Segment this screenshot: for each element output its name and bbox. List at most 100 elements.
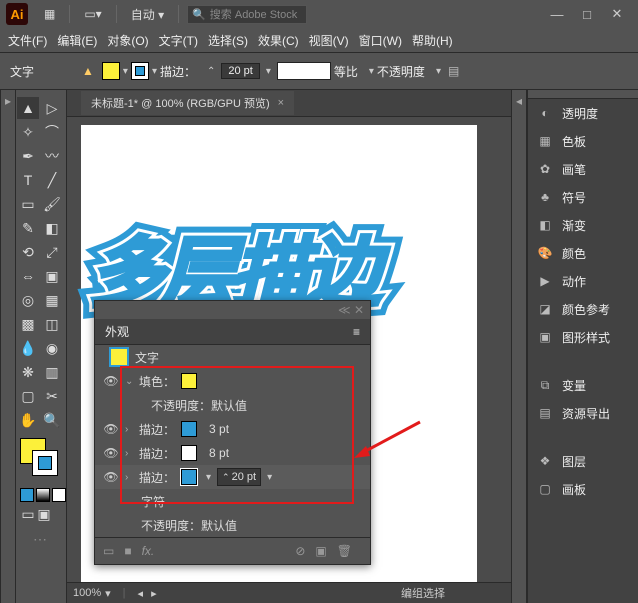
appearance-char-row[interactable]: 字符 — [95, 489, 370, 513]
stroke3-weight-input[interactable]: ⌃20 pt — [217, 468, 261, 486]
zoom-tool[interactable]: 🔍 — [41, 409, 63, 431]
add-stroke-icon[interactable]: ▭ — [103, 544, 114, 558]
visibility-icon[interactable]: 👁 — [103, 422, 119, 436]
eraser-tool[interactable]: ◧ — [41, 217, 63, 239]
appearance-fill-opacity-row[interactable]: 不透明度： 默认值 — [95, 393, 370, 417]
expand-caret-icon[interactable]: › — [125, 448, 135, 459]
line-tool[interactable]: ╱ — [41, 169, 63, 191]
opacity-label[interactable]: 不透明度 — [377, 63, 425, 80]
minimize-button[interactable]: — — [542, 5, 572, 24]
menu-effect[interactable]: 效果(C) — [258, 32, 299, 49]
stroke-weight-input[interactable]: 20 pt — [221, 63, 259, 79]
expand-caret-icon[interactable]: › — [125, 472, 135, 483]
appearance-stroke2-row[interactable]: 👁 › 描边： 8 pt — [95, 441, 370, 465]
appearance-panel[interactable]: ≪ ✕ 外观 ≡ 文字 👁 ⌄ 填色： 不透明度： 默认值 👁 › 描边： 3 … — [94, 300, 371, 565]
close-tab-icon[interactable]: × — [278, 97, 284, 109]
appearance-type-row[interactable]: 文字 — [95, 345, 370, 369]
stroke2-weight[interactable]: 8 pt — [209, 446, 229, 460]
blend-tool[interactable]: ◉ — [41, 337, 63, 359]
artboard-tool[interactable]: ▢ — [17, 385, 39, 407]
panel-artboards[interactable]: ▢画板 — [528, 475, 638, 503]
opacity-dropdown[interactable]: ▾ — [436, 66, 441, 77]
appearance-bottom-opacity-row[interactable]: 不透明度： 默认值 — [95, 513, 370, 537]
appearance-panel-tab[interactable]: 外观 ≡ — [95, 319, 370, 345]
opacity-row-value[interactable]: 默认值 — [211, 397, 247, 414]
width-tool[interactable]: ⇔ — [17, 265, 39, 287]
stroke-weight-dropdown[interactable]: ▾ — [266, 66, 271, 77]
nav-prev-icon[interactable]: ◂ — [138, 587, 144, 600]
panel-variables[interactable]: ⧉变量 — [528, 371, 638, 399]
stroke3-color-dropdown[interactable]: ▾ — [206, 472, 211, 483]
stroke3-color-swatch[interactable] — [181, 469, 197, 485]
hand-tool[interactable]: ✋ — [17, 409, 39, 431]
stroke2-color-swatch[interactable] — [181, 445, 197, 461]
panel-color[interactable]: 🎨颜色 — [528, 239, 638, 267]
appearance-stroke1-row[interactable]: 👁 › 描边： 3 pt — [95, 417, 370, 441]
mesh-tool[interactable]: ▩ — [17, 313, 39, 335]
panel-brushes[interactable]: ✿画笔 — [528, 155, 638, 183]
close-button[interactable]: ✕ — [602, 4, 632, 24]
expand-caret-icon[interactable]: ⌄ — [125, 376, 135, 387]
none-mode-icon[interactable] — [52, 488, 66, 502]
zoom-dropdown-icon[interactable]: ▾ — [105, 587, 111, 600]
scale-tool[interactable]: ⤢ — [41, 241, 63, 263]
menu-select[interactable]: 选择(S) — [208, 32, 248, 49]
stroke-profile[interactable] — [277, 62, 331, 80]
lasso-tool[interactable]: ⌒ — [41, 121, 63, 143]
appearance-fill-row[interactable]: 👁 ⌄ 填色： — [95, 369, 370, 393]
perspective-tool[interactable]: ▦ — [41, 289, 63, 311]
visibility-icon[interactable]: 👁 — [103, 470, 119, 484]
panel-graphic-styles[interactable]: ▣图形样式 — [528, 323, 638, 351]
panel-color-guide[interactable]: ◪颜色参考 — [528, 295, 638, 323]
shaper-tool[interactable]: ✎ — [17, 217, 39, 239]
pen-tool[interactable]: ✒ — [17, 145, 39, 167]
stroke-swatch[interactable] — [131, 62, 149, 80]
panel-actions[interactable]: ▶动作 — [528, 267, 638, 295]
visibility-icon[interactable]: 👁 — [103, 446, 119, 460]
fill-dropdown[interactable]: ▾ — [123, 66, 128, 77]
document-tab[interactable]: 未标题-1* @ 100% (RGB/GPU 预览) × — [81, 91, 294, 115]
duplicate-icon[interactable]: ▣ — [315, 544, 326, 558]
gradient-tool[interactable]: ◫ — [41, 313, 63, 335]
stroke-dropdown[interactable]: ▾ — [152, 66, 157, 77]
stock-search-input[interactable]: 🔍搜索 Adobe Stock — [187, 5, 307, 24]
panel-layers[interactable]: ❖图层 — [528, 447, 638, 475]
expand-caret-icon[interactable]: › — [125, 424, 135, 435]
menu-type[interactable]: 文字(T) — [159, 32, 198, 49]
shape-builder-tool[interactable]: ◎ — [17, 289, 39, 311]
visibility-icon[interactable]: 👁 — [103, 374, 119, 388]
arrange-icon[interactable]: ▭▾ — [78, 5, 107, 23]
maximize-button[interactable]: □ — [572, 5, 602, 24]
panel-menu-icon[interactable]: ≡ — [353, 325, 360, 339]
menu-file[interactable]: 文件(F) — [8, 32, 47, 49]
ratio-dropdown[interactable]: ▾ — [369, 66, 374, 77]
slice-tool[interactable]: ✂ — [41, 385, 63, 407]
edit-toolbar-icon[interactable]: ⋯ — [17, 528, 63, 550]
align-icon[interactable]: ▤ — [448, 64, 459, 78]
fill-color-swatch[interactable] — [181, 373, 197, 389]
screen-mode-normal[interactable]: ▭ — [21, 507, 35, 521]
direct-selection-tool[interactable]: ▷ — [41, 97, 63, 119]
magic-wand-tool[interactable]: ✧ — [17, 121, 39, 143]
appearance-stroke3-row[interactable]: 👁 › 描边： ▾ ⌃20 pt▾ — [95, 465, 370, 489]
nav-next-icon[interactable]: ▸ — [151, 587, 157, 600]
gradient-mode-icon[interactable] — [36, 488, 50, 502]
rectangle-tool[interactable]: ▭ — [17, 193, 39, 215]
delete-icon[interactable]: 🗑 — [337, 544, 352, 558]
panel-asset-export[interactable]: ▤资源导出 — [528, 399, 638, 427]
bridge-icon[interactable]: ▦ — [38, 5, 61, 23]
zoom-level[interactable]: 100% — [73, 587, 101, 599]
fill-swatch[interactable] — [102, 62, 120, 80]
stroke-color-icon[interactable] — [32, 450, 58, 476]
screen-mode-full[interactable]: ▣ — [37, 507, 51, 521]
graph-tool[interactable]: ▥ — [41, 361, 63, 383]
free-transform-tool[interactable]: ▣ — [41, 265, 63, 287]
menu-help[interactable]: 帮助(H) — [412, 32, 453, 49]
type-tool[interactable]: T — [17, 169, 39, 191]
panel-gradient[interactable]: ◧渐变 — [528, 211, 638, 239]
stroke3-weight-dropdown[interactable]: ▾ — [267, 472, 272, 483]
panel-symbols[interactable]: ♣符号 — [528, 183, 638, 211]
add-effect-icon[interactable]: fx. — [142, 544, 155, 558]
ratio-label[interactable]: 等比 — [334, 63, 358, 80]
menu-edit[interactable]: 编辑(E) — [57, 32, 97, 49]
